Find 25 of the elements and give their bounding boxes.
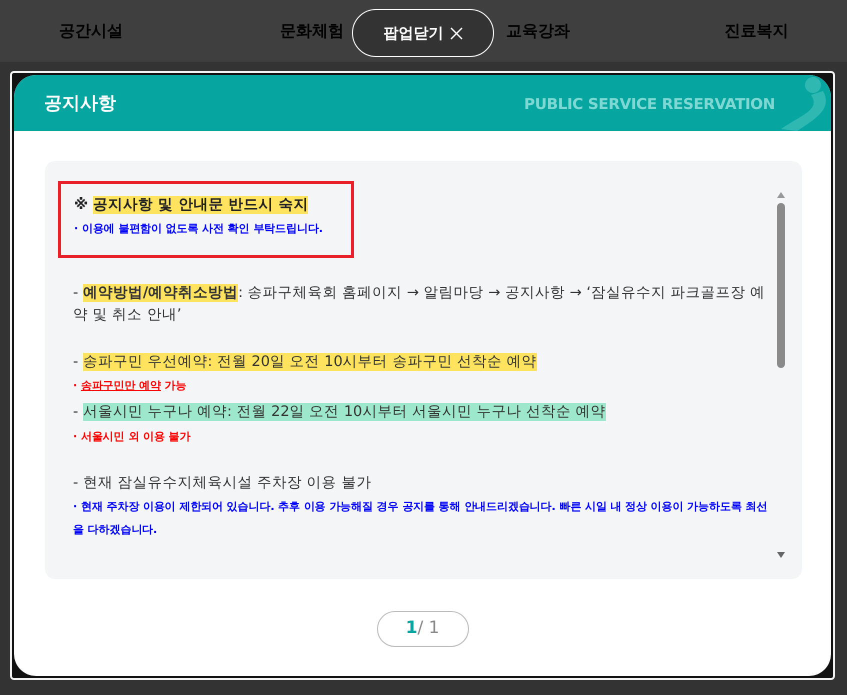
notice-line: - 예약방법/예약취소방법: 송파구체육회 홈페이지 → 알림마당 → 공지사항 → ‘잠실유수지 파크골프장 예약 및 취소 안내’ [73,282,766,326]
close-popup-button[interactable]: 팝업닫기 [352,9,494,57]
scroll-up-icon[interactable] [776,191,786,199]
page-indicator: 1/ 1 [376,611,468,647]
scroll-down-icon[interactable] [776,551,786,559]
notice-line: - 서울시민 누구나 예약: 전월 22일 오전 10시부터 서울시민 누구나 선착순 예약 [73,402,607,424]
highlighted-text: 송파구민 우선예약: 전월 20일 오전 10시부터 송파구민 선착순 예약 [82,352,537,371]
notice-note: · 이용에 불편함이 없도록 사전 확인 부탁드립니다. [74,221,324,238]
nav-tab[interactable]: 문화체험 [280,18,344,42]
nav-tab[interactable]: 진료복지 [724,18,788,42]
notice-note: · 서울시민 외 이용 불가 [73,428,192,445]
scrollbar[interactable] [774,191,788,559]
highlighted-text: 예약방법/예약취소방법 [82,284,238,302]
notice-line: ※ 공지사항 및 안내문 반드시 숙지 [74,195,310,216]
highlighted-text: 서울시민 누구나 예약: 전월 22일 오전 10시부터 서울시민 누구나 선착순 예약 [82,403,606,422]
notice-line: - 송파구민 우선예약: 전월 20일 오전 10시부터 송파구민 선착순 예약 [73,352,538,373]
close-icon [450,26,462,40]
notice-note: · 송파구민만 예약 가능 [73,378,188,394]
notice-note: · 현재 주차장 이용이 제한되어 있습니다. 추후 이용 가능해질 경우 공지를 통해 안내드리겠습니다. 빠른 시일 내 정상 이용이 가능하도록 최선을 다하겠습니다. [73,499,768,538]
nav-tab[interactable]: 공간시설 [59,18,123,42]
nav-tab[interactable]: 교육강좌 [506,18,570,42]
highlighted-text: 공지사항 및 안내문 반드시 숙지 [93,196,308,214]
modal-title: 공지사항 [44,92,116,116]
notice-line: - 현재 잠실유수지체육시설 주차장 이용 불가 [73,474,372,493]
tagline: PUBLIC SERVICE RESERVATION [524,94,775,115]
